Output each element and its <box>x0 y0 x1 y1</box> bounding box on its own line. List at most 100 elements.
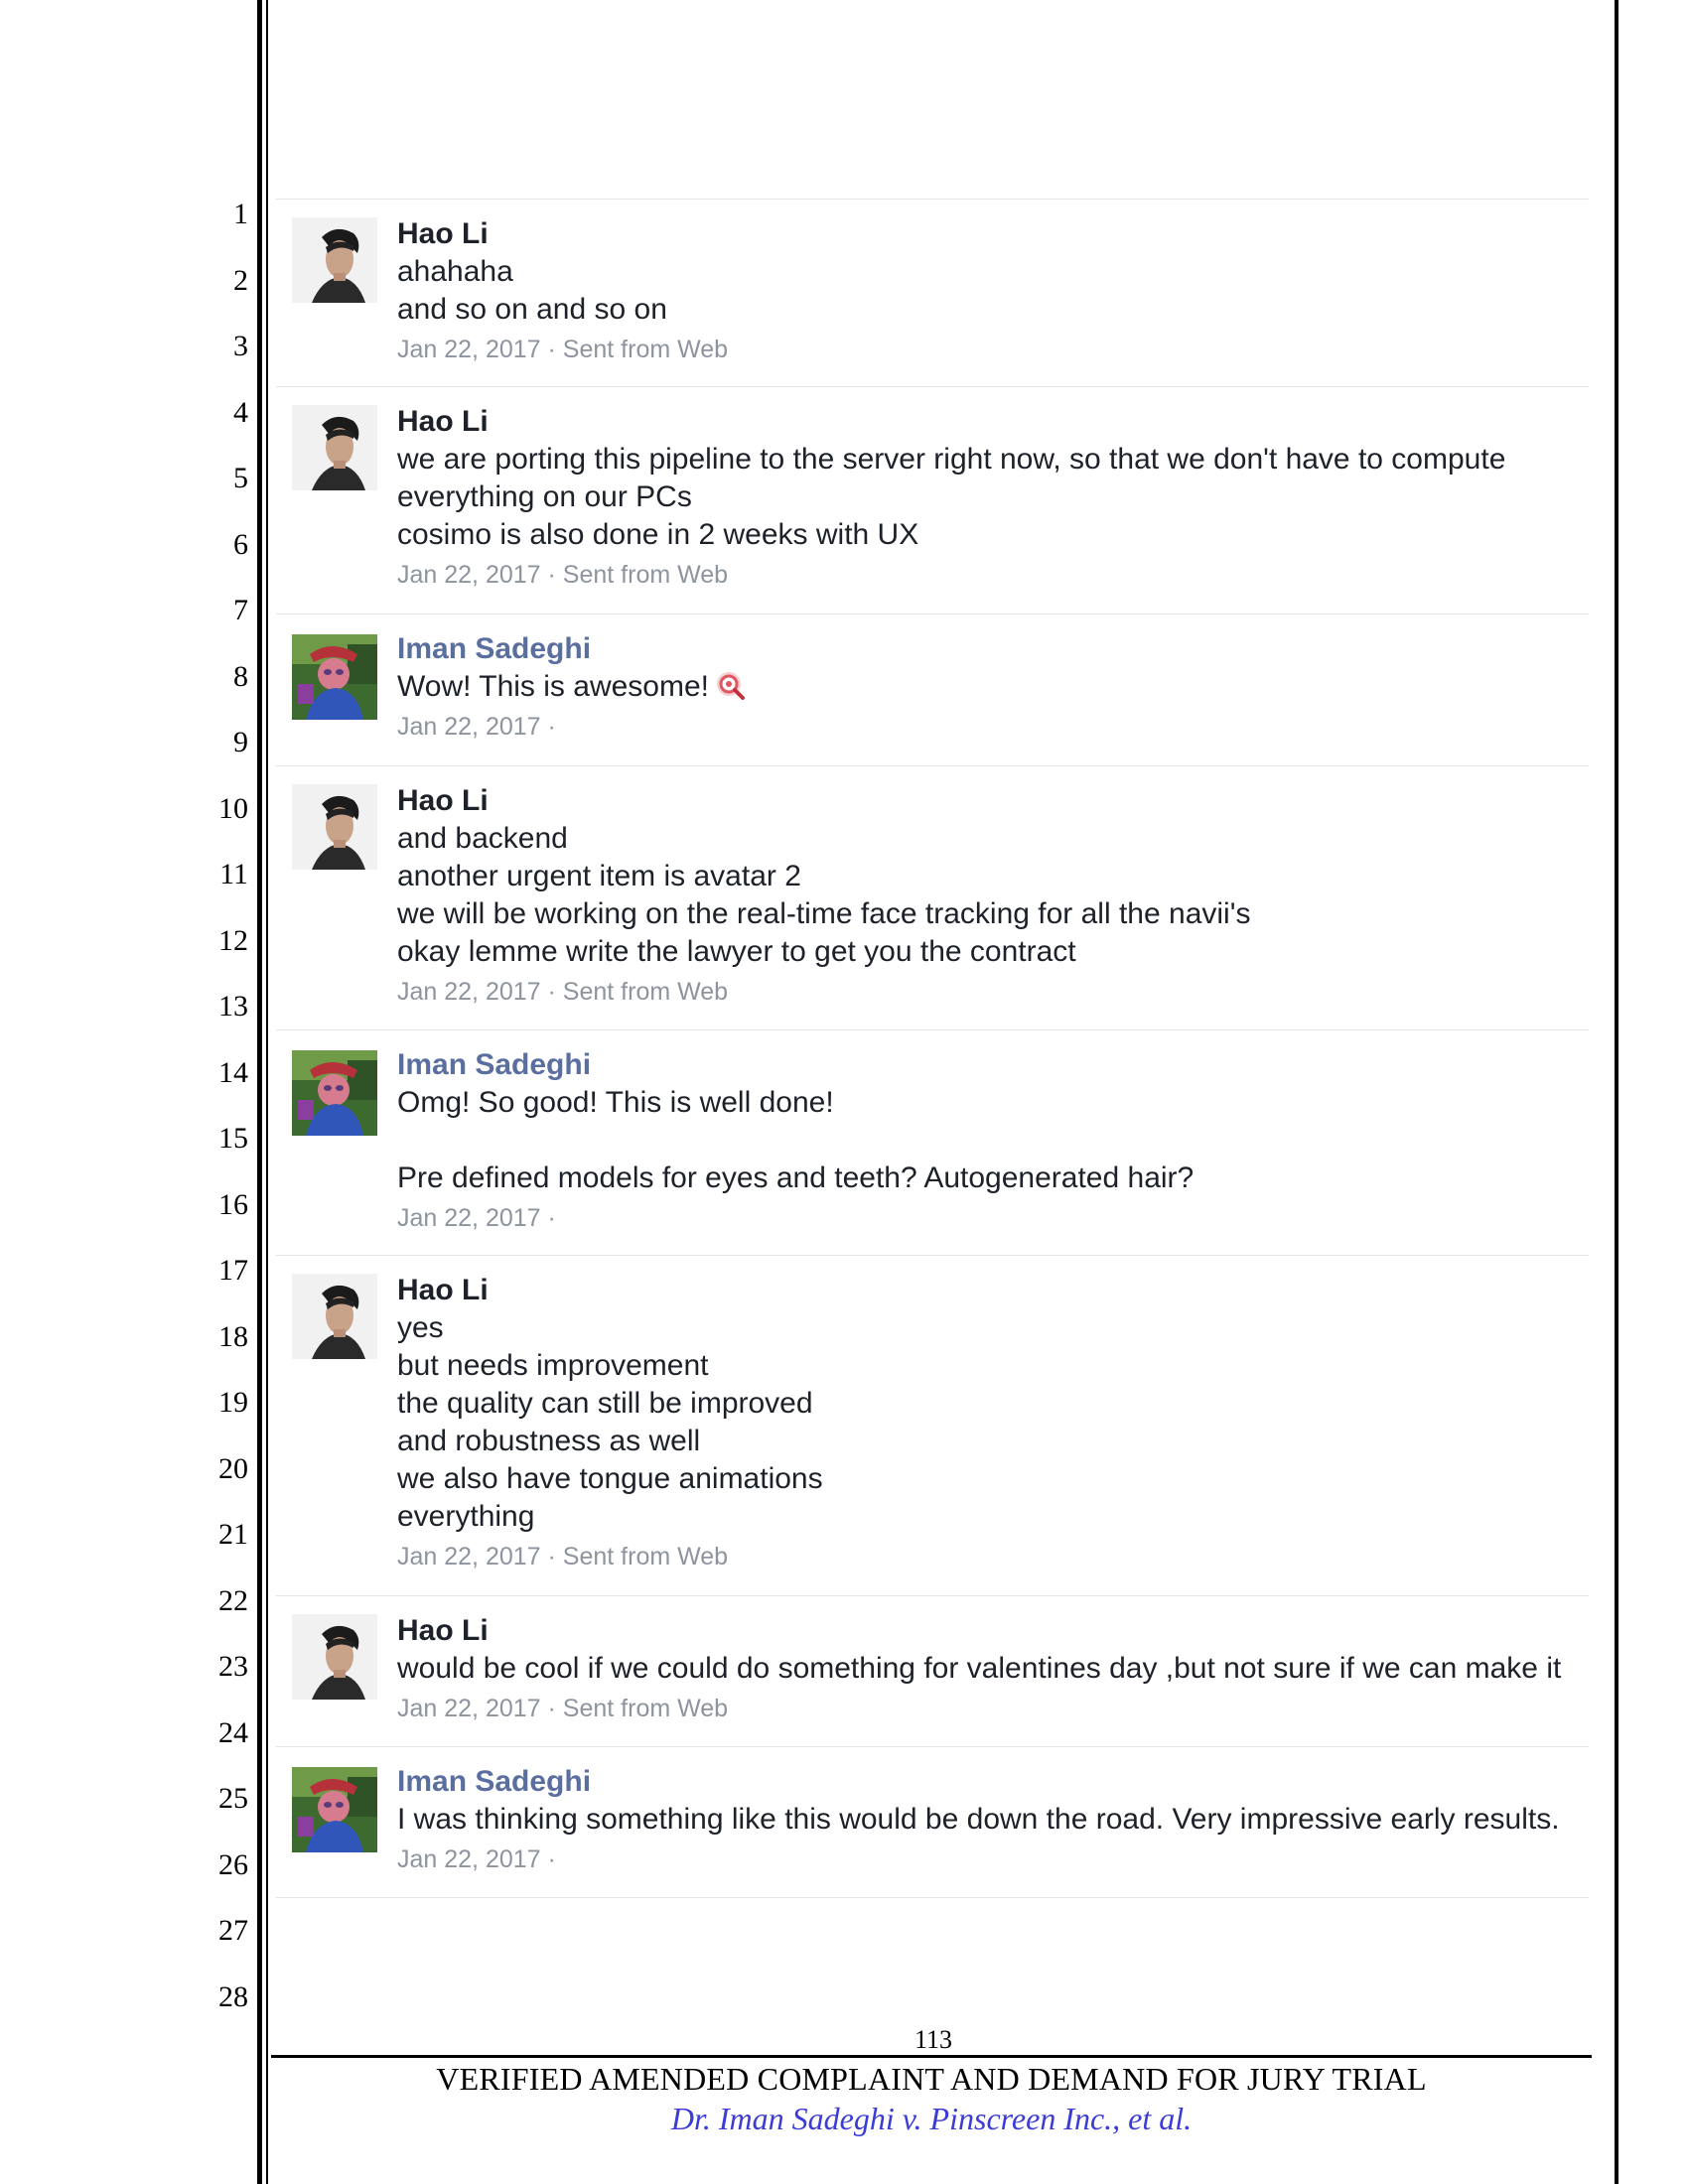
line-number: 24 <box>218 1716 248 1749</box>
message-date[interactable]: Jan 22, 2017 <box>397 561 541 589</box>
sender-name[interactable]: Iman Sadeghi <box>397 1763 1579 1801</box>
message-text: another urgent item is avatar 2 <box>397 860 801 892</box>
avatar[interactable] <box>292 1274 377 1359</box>
page-number: 113 <box>914 2025 953 2054</box>
message-body: Iman Sadeghi Wow! This is awesome! Jan 2… <box>397 630 1579 748</box>
message-text: and backend <box>397 822 568 855</box>
message-meta: Jan 22, 2017 · Sent from Web <box>397 971 1579 1013</box>
message-item: Hao Li we are porting this pipeline to t… <box>276 386 1589 614</box>
message-item: Hao Li and backend another urgent item i… <box>276 765 1589 1029</box>
line-number: 16 <box>218 1188 248 1221</box>
avatar[interactable] <box>292 1767 377 1852</box>
message-body: Hao Li would be cool if we could do some… <box>397 1612 1579 1729</box>
line-number: 4 <box>233 396 248 429</box>
message-text: Pre defined models for eyes and teeth? A… <box>397 1161 1195 1194</box>
sender-name[interactable]: Hao Li <box>397 215 1579 253</box>
meta-separator: · <box>540 1543 563 1570</box>
message-date[interactable]: Jan 22, 2017 <box>397 978 541 1006</box>
message-meta: Jan 22, 2017 · Sent from Web <box>397 1688 1579 1729</box>
message-text: cosimo is also done in 2 weeks with UX <box>397 518 919 551</box>
message-text: Wow! This is awesome! <box>397 668 1579 706</box>
message-source: Sent from Web <box>562 1543 729 1570</box>
avatar[interactable] <box>292 1050 377 1136</box>
meta-separator: · <box>540 1204 556 1232</box>
message-meta: Jan 22, 2017 · <box>397 1839 1579 1880</box>
footer-divider <box>271 2055 1592 2058</box>
message-meta: Jan 22, 2017 · Sent from Web <box>397 329 1579 370</box>
sender-name[interactable]: Iman Sadeghi <box>397 630 1579 668</box>
message-text: the quality can still be improved <box>397 1387 813 1420</box>
message-meta: Jan 22, 2017 · <box>397 1197 1579 1239</box>
message-text: we are porting this pipeline to the serv… <box>397 443 1506 476</box>
message-text: and robustness as well <box>397 1425 701 1457</box>
right-margin-rule <box>1615 0 1618 2184</box>
message-meta: Jan 22, 2017 · <box>397 706 1579 748</box>
message-date[interactable]: Jan 22, 2017 <box>397 1695 541 1722</box>
message-text: Omg! So good! This is well done! <box>397 1086 834 1119</box>
message-date[interactable]: Jan 22, 2017 <box>397 1204 541 1232</box>
message-text-content: Wow! This is awesome! <box>397 670 709 703</box>
line-number: 9 <box>233 726 248 758</box>
message-source: Sent from Web <box>562 978 729 1006</box>
line-number: 2 <box>233 264 248 297</box>
line-number: 19 <box>218 1386 248 1419</box>
meta-separator: · <box>540 713 556 741</box>
line-number: 28 <box>218 1980 248 2013</box>
line-number: 21 <box>218 1518 248 1551</box>
avatar[interactable] <box>292 634 377 720</box>
line-number: 8 <box>233 660 248 693</box>
line-number: 20 <box>218 1452 248 1485</box>
line-number: 3 <box>233 330 248 362</box>
left-margin-rule-outer <box>257 0 262 2184</box>
meta-separator: · <box>540 1845 556 1873</box>
message-meta: Jan 22, 2017 · Sent from Web <box>397 554 1579 596</box>
sender-name[interactable]: Hao Li <box>397 403 1579 441</box>
sender-name[interactable]: Hao Li <box>397 1612 1579 1650</box>
line-number: 22 <box>218 1584 248 1617</box>
sender-name[interactable]: Hao Li <box>397 1272 1579 1309</box>
line-number: 14 <box>218 1056 248 1089</box>
avatar[interactable] <box>292 1614 377 1700</box>
message-item: Iman Sadeghi Omg! So good! This is well … <box>276 1029 1589 1255</box>
message-text: would be cool if we could do something f… <box>397 1652 1562 1685</box>
line-number: 18 <box>218 1320 248 1353</box>
message-text <box>397 1122 1579 1160</box>
message-date[interactable]: Jan 22, 2017 <box>397 1543 541 1570</box>
avatar[interactable] <box>292 784 377 870</box>
message-body: Hao Li and backend another urgent item i… <box>397 782 1579 1013</box>
line-number: 27 <box>218 1914 248 1947</box>
message-item: Iman Sadeghi I was thinking something li… <box>276 1746 1589 1898</box>
message-body: Iman Sadeghi I was thinking something li… <box>397 1763 1579 1880</box>
meta-separator: · <box>540 561 563 589</box>
message-text: okay lemme write the lawyer to get you t… <box>397 935 1076 968</box>
line-number: 5 <box>233 462 248 494</box>
message-body: Iman Sadeghi Omg! So good! This is well … <box>397 1046 1579 1239</box>
footer-title: VERIFIED AMENDED COMPLAINT AND DEMAND FO… <box>436 2061 1427 2097</box>
line-number: 12 <box>218 924 248 957</box>
message-item: Hao Li ahahaha and so on and so on Jan 2… <box>276 199 1589 386</box>
sender-name[interactable]: Iman Sadeghi <box>397 1046 1579 1084</box>
message-date[interactable]: Jan 22, 2017 <box>397 1845 541 1873</box>
avatar[interactable] <box>292 217 377 303</box>
message-text: we also have tongue animations <box>397 1462 823 1495</box>
line-number: 6 <box>233 528 248 561</box>
message-source: Sent from Web <box>562 1695 729 1722</box>
message-date[interactable]: Jan 22, 2017 <box>397 336 541 363</box>
message-body: Hao Li yes but needs improvement the qua… <box>397 1272 1579 1577</box>
sender-name[interactable]: Hao Li <box>397 782 1579 820</box>
message-text: but needs improvement <box>397 1349 709 1382</box>
line-number-column: 1 2 3 4 5 6 7 8 9 10 11 12 13 14 15 16 1… <box>199 0 248 2035</box>
line-number: 23 <box>218 1650 248 1683</box>
message-date[interactable]: Jan 22, 2017 <box>397 713 541 741</box>
left-margin-rule-inner <box>266 0 268 2184</box>
message-source: Sent from Web <box>562 336 729 363</box>
line-number: 26 <box>218 1848 248 1881</box>
line-number: 25 <box>218 1782 248 1815</box>
message-body: Hao Li ahahaha and so on and so on Jan 2… <box>397 215 1579 370</box>
line-number: 1 <box>233 198 248 230</box>
message-item: Hao Li yes but needs improvement the qua… <box>276 1255 1589 1595</box>
avatar[interactable] <box>292 405 377 490</box>
message-text: ahahaha <box>397 255 513 288</box>
message-text: everything on our PCs <box>397 480 692 513</box>
message-text: I was thinking something like this would… <box>397 1803 1560 1836</box>
